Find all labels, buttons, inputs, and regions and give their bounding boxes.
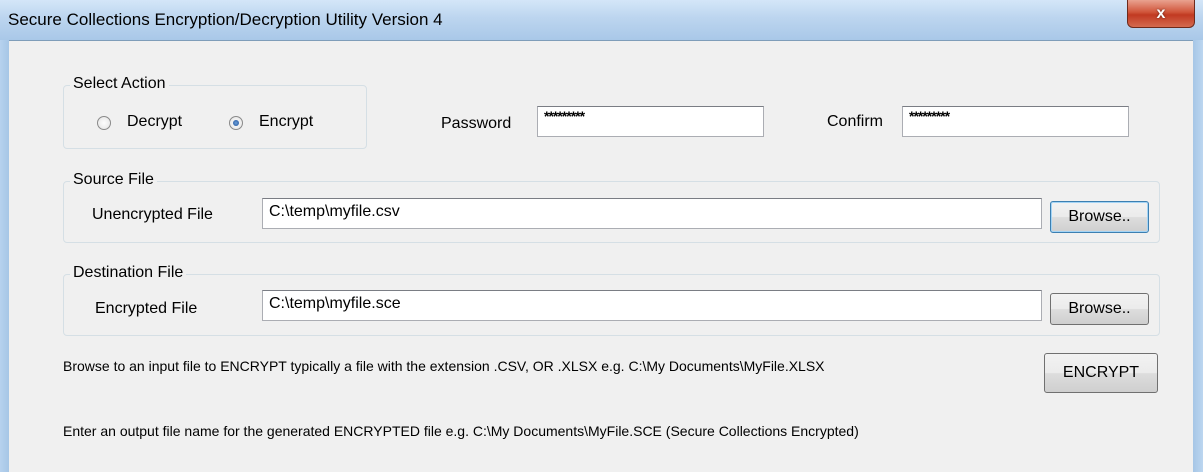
window-frame-left	[0, 40, 9, 472]
destination-file-input[interactable]: C:\temp\myfile.sce	[262, 290, 1042, 321]
dialog-client-area: Select Action Decrypt Encrypt Password *…	[9, 40, 1193, 472]
destination-file-group-label: Destination File	[70, 264, 187, 282]
encrypted-file-label: Encrypted File	[95, 300, 198, 317]
password-field[interactable]: *********	[537, 106, 764, 137]
window-frame-right	[1193, 40, 1203, 472]
decrypt-label[interactable]: Decrypt	[127, 113, 182, 131]
confirm-label: Confirm	[827, 113, 884, 130]
confirm-field[interactable]: *********	[902, 106, 1129, 137]
destination-browse-button[interactable]: Browse..	[1050, 293, 1149, 325]
source-file-input[interactable]: C:\temp\myfile.csv	[262, 198, 1042, 229]
decrypt-radio[interactable]	[97, 116, 111, 130]
unencrypted-file-label: Unencrypted File	[92, 206, 213, 223]
encrypt-radio[interactable]	[229, 116, 243, 130]
close-icon: x	[1156, 4, 1166, 22]
select-action-label: Select Action	[70, 75, 169, 93]
close-button[interactable]: x	[1127, 0, 1195, 28]
title-bar[interactable]: Secure Collections Encryption/Decryption…	[0, 0, 1203, 41]
window-title: Secure Collections Encryption/Decryption…	[8, 10, 443, 29]
source-file-group-label: Source File	[70, 171, 157, 189]
encrypt-button[interactable]: ENCRYPT	[1044, 353, 1158, 393]
output-hint-text: Enter an output file name for the genera…	[63, 423, 859, 439]
encrypt-label[interactable]: Encrypt	[259, 113, 313, 131]
source-browse-button[interactable]: Browse..	[1050, 201, 1149, 233]
input-hint-text: Browse to an input file to ENCRYPT typic…	[63, 358, 825, 374]
password-label: Password	[441, 115, 512, 132]
